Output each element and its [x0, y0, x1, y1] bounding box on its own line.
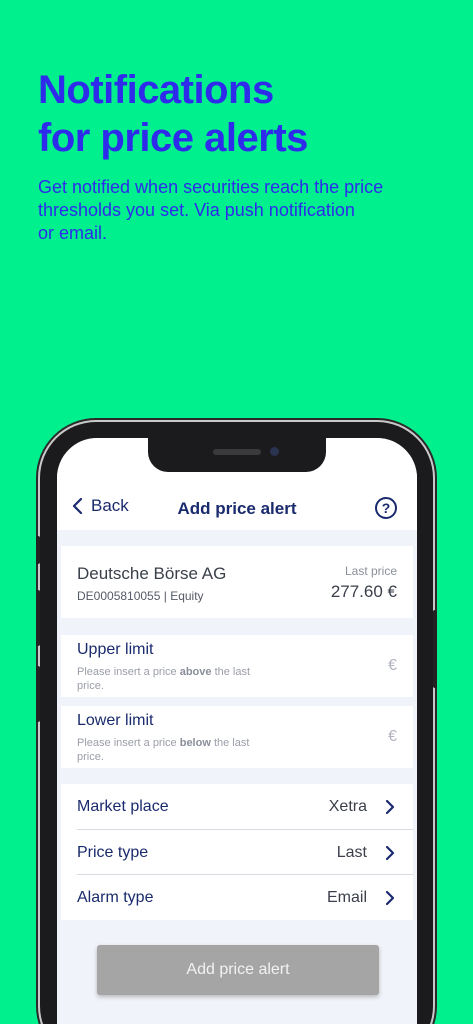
lower-limit-label: Lower limit	[77, 712, 154, 729]
last-price-label: Last price	[344, 564, 397, 578]
phone-side-button	[36, 536, 40, 564]
upper-limit-currency: €	[388, 657, 397, 674]
last-price-value: 277.60 €	[330, 582, 397, 601]
phone-side-button	[36, 590, 40, 646]
lower-limit-currency: €	[388, 728, 397, 745]
page-title: Add price alert	[177, 499, 297, 518]
options-card: Market place Xetra Price type Last Alarm…	[61, 784, 413, 920]
chevron-right-icon	[385, 799, 395, 815]
chevron-right-icon	[385, 890, 395, 906]
phone-side-button	[36, 666, 40, 722]
add-price-alert-button[interactable]: Add price alert	[97, 945, 379, 995]
option-row-alarm-type[interactable]: Alarm type Email	[61, 875, 413, 920]
upper-limit-field[interactable]: Upper limit Please insert a price above …	[61, 635, 413, 697]
option-value: Last	[336, 844, 367, 861]
option-value: Email	[326, 889, 367, 906]
upper-limit-label: Upper limit	[77, 641, 154, 658]
hero-subtitle: Get notified when securities reach the p…	[38, 177, 384, 243]
option-label: Price type	[77, 844, 149, 861]
phone-notch	[148, 438, 326, 472]
nav-bar: Back Add price alert ?	[57, 490, 417, 530]
security-isin: DE0005810055 | Equity	[77, 589, 204, 603]
lower-limit-hint: Please insert a price below the last pri…	[77, 737, 250, 763]
chevron-right-icon	[385, 845, 395, 861]
option-label: Alarm type	[77, 889, 154, 906]
hero-title: Notifications for price alerts	[38, 68, 308, 160]
question-circle-icon[interactable]: ?	[375, 497, 397, 519]
option-row-market-place[interactable]: Market place Xetra	[61, 784, 413, 829]
option-value: Xetra	[328, 798, 367, 815]
app-screen: Back Add price alert ? Deutsche Börse AG…	[57, 438, 417, 1024]
help-glyph: ?	[381, 500, 391, 516]
option-row-price-type[interactable]: Price type Last	[61, 830, 413, 875]
option-label: Market place	[77, 798, 169, 815]
phone-side-button	[433, 610, 437, 688]
phone-camera	[270, 447, 279, 456]
security-card: Deutsche Börse AG DE0005810055 | Equity …	[61, 546, 413, 618]
upper-limit-hint: Please insert a price above the last pri…	[77, 666, 251, 692]
phone-speaker	[213, 449, 261, 455]
security-name: Deutsche Börse AG	[77, 564, 227, 583]
lower-limit-field[interactable]: Lower limit Please insert a price below …	[61, 706, 413, 768]
